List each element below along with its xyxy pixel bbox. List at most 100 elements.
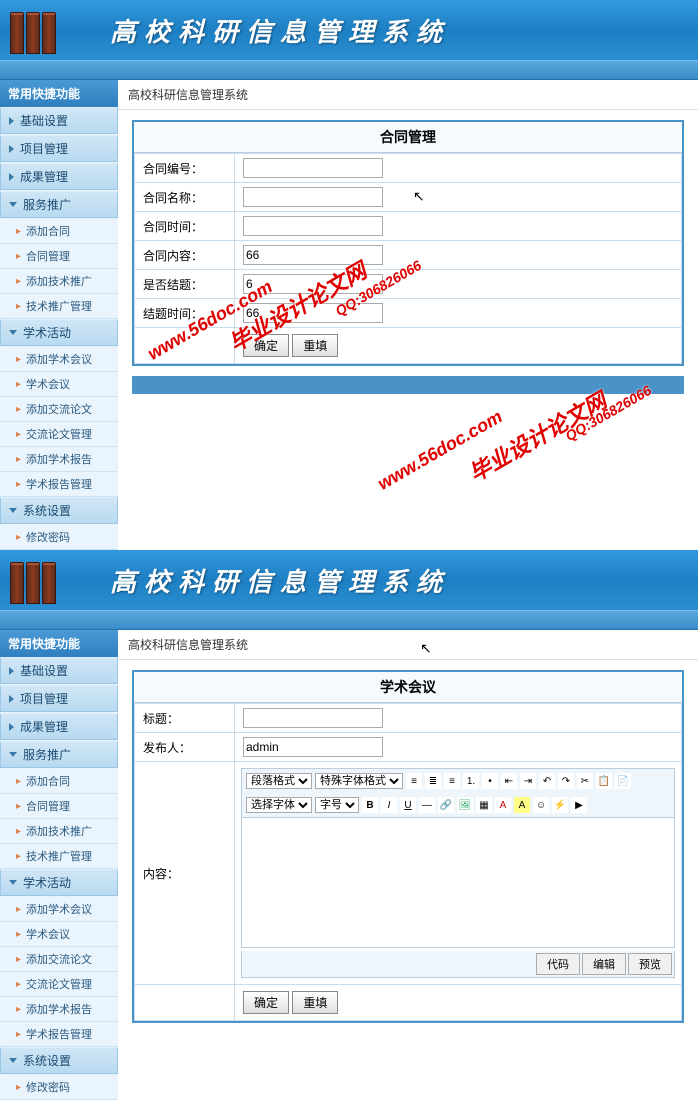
submit-button[interactable]: 确定 xyxy=(243,334,289,357)
header: 高校科研信息管理系统 xyxy=(0,550,698,610)
header-stripe xyxy=(0,610,698,630)
sidebar-item-add-paper[interactable]: ▸添加交流论文 xyxy=(0,397,118,422)
chevron-right-icon xyxy=(9,117,14,125)
paste-icon[interactable]: 📄 xyxy=(615,773,631,789)
input-contract-time[interactable] xyxy=(243,216,383,236)
align-center-icon[interactable]: ≣ xyxy=(425,773,441,789)
sidebar-item-add-tech[interactable]: ▸添加技术推广 xyxy=(0,269,118,294)
submit-button[interactable]: 确定 xyxy=(243,991,289,1014)
bullet-icon: ▸ xyxy=(16,801,21,812)
select-font[interactable]: 选择字体 xyxy=(246,797,312,813)
select-font-format[interactable]: 特殊字体格式 xyxy=(315,773,403,789)
sidebar-group-service[interactable]: 服务推广 xyxy=(0,191,118,218)
editor-toolbar: 段落格式 特殊字体格式 ≡ ≣ ≡ 1. • ⇤ ⇥ ↶ xyxy=(241,768,675,818)
input-finish-time[interactable] xyxy=(243,303,383,323)
align-right-icon[interactable]: ≡ xyxy=(444,773,460,789)
sidebar-group-academic[interactable]: 学术活动 xyxy=(0,869,118,896)
bullet-icon: ▸ xyxy=(16,929,21,940)
list-ul-icon[interactable]: • xyxy=(482,773,498,789)
italic-icon[interactable]: I xyxy=(381,797,397,813)
sidebar-item-report-mgmt[interactable]: ▸学术报告管理 xyxy=(0,472,118,497)
sidebar-group-academic[interactable]: 学术活动 xyxy=(0,319,118,346)
sidebar-item-meeting[interactable]: ▸学术会议 xyxy=(0,372,118,397)
chevron-down-icon xyxy=(9,752,17,757)
media-icon[interactable]: ▶ xyxy=(571,797,587,813)
sidebar: 常用快捷功能 基础设置 项目管理 成果管理 服务推广 ▸添加合同 ▸合同管理 ▸… xyxy=(0,630,118,1100)
chevron-right-icon xyxy=(9,145,14,153)
input-contract-content[interactable] xyxy=(243,245,383,265)
bullet-icon: ▸ xyxy=(16,354,21,365)
tab-code[interactable]: 代码 xyxy=(536,953,580,975)
sidebar-item-add-report[interactable]: ▸添加学术报告 xyxy=(0,447,118,472)
align-left-icon[interactable]: ≡ xyxy=(406,773,422,789)
sidebar-item-contract-mgmt[interactable]: ▸合同管理 xyxy=(0,244,118,269)
sidebar-item-add-meeting[interactable]: ▸添加学术会议 xyxy=(0,897,118,922)
bgcolor-icon[interactable]: A xyxy=(514,797,530,813)
sidebar-item-paper-mgmt[interactable]: ▸交流论文管理 xyxy=(0,422,118,447)
tab-edit[interactable]: 编辑 xyxy=(582,953,626,975)
sidebar-group-basic[interactable]: 基础设置 xyxy=(0,107,118,134)
sidebar-item-add-paper[interactable]: ▸添加交流论文 xyxy=(0,947,118,972)
sidebar-group-service[interactable]: 服务推广 xyxy=(0,741,118,768)
input-contract-name[interactable] xyxy=(243,187,383,207)
bullet-icon: ▸ xyxy=(16,826,21,837)
sidebar-item-add-contract[interactable]: ▸添加合同 xyxy=(0,219,118,244)
input-subject[interactable] xyxy=(243,708,383,728)
sidebar-group-result[interactable]: 成果管理 xyxy=(0,163,118,190)
flash-icon[interactable]: ⚡ xyxy=(552,797,568,813)
sidebar-item-add-contract[interactable]: ▸添加合同 xyxy=(0,769,118,794)
sidebar-item-report-mgmt[interactable]: ▸学术报告管理 xyxy=(0,1022,118,1047)
cut-icon[interactable]: ✂ xyxy=(577,773,593,789)
outdent-icon[interactable]: ⇤ xyxy=(501,773,517,789)
undo-icon[interactable]: ↶ xyxy=(539,773,555,789)
indent-icon[interactable]: ⇥ xyxy=(520,773,536,789)
sidebar-group-project[interactable]: 项目管理 xyxy=(0,135,118,162)
sidebar-item-meeting[interactable]: ▸学术会议 xyxy=(0,922,118,947)
sidebar-item-add-tech[interactable]: ▸添加技术推广 xyxy=(0,819,118,844)
sidebar-group-result[interactable]: 成果管理 xyxy=(0,713,118,740)
header: 高校科研信息管理系统 xyxy=(0,0,698,60)
list-ol-icon[interactable]: 1. xyxy=(463,773,479,789)
sidebar-item-paper-mgmt[interactable]: ▸交流论文管理 xyxy=(0,972,118,997)
sidebar-item-add-meeting[interactable]: ▸添加学术会议 xyxy=(0,347,118,372)
image-icon[interactable]: 🖼 xyxy=(457,797,473,813)
copy-icon[interactable]: 📋 xyxy=(596,773,612,789)
input-publisher[interactable] xyxy=(243,737,383,757)
bold-icon[interactable]: B xyxy=(362,797,378,813)
sidebar-group-basic[interactable]: 基础设置 xyxy=(0,657,118,684)
sidebar-group-system[interactable]: 系统设置 xyxy=(0,497,118,524)
sidebar-item-contract-mgmt[interactable]: ▸合同管理 xyxy=(0,794,118,819)
select-para-format[interactable]: 段落格式 xyxy=(246,773,312,789)
redo-icon[interactable]: ↷ xyxy=(558,773,574,789)
reset-button[interactable]: 重填 xyxy=(292,991,338,1014)
input-contract-no[interactable] xyxy=(243,158,383,178)
bullet-icon: ▸ xyxy=(16,404,21,415)
input-is-finished[interactable] xyxy=(243,274,383,294)
table-icon[interactable]: ▦ xyxy=(476,797,492,813)
sidebar-item-change-pwd[interactable]: ▸修改密码 xyxy=(0,525,118,550)
sidebar-item-change-pwd[interactable]: ▸修改密码 xyxy=(0,1075,118,1100)
sidebar-group-system[interactable]: 系统设置 xyxy=(0,1047,118,1074)
tab-preview[interactable]: 预览 xyxy=(628,953,672,975)
link-icon[interactable]: 🔗 xyxy=(438,797,454,813)
sidebar-group-project[interactable]: 项目管理 xyxy=(0,685,118,712)
label-is-finished: 是否结题： xyxy=(135,270,235,299)
chevron-right-icon xyxy=(9,723,14,731)
select-font-size[interactable]: 字号 xyxy=(315,797,359,813)
bullet-icon: ▸ xyxy=(16,776,21,787)
reset-button[interactable]: 重填 xyxy=(292,334,338,357)
chevron-down-icon xyxy=(9,880,17,885)
sidebar-item-add-report[interactable]: ▸添加学术报告 xyxy=(0,997,118,1022)
underline-icon[interactable]: U xyxy=(400,797,416,813)
sidebar-item-tech-mgmt[interactable]: ▸技术推广管理 xyxy=(0,294,118,319)
bullet-icon: ▸ xyxy=(16,301,21,312)
label-content: 内容： xyxy=(135,762,235,985)
hr-icon[interactable]: — xyxy=(419,797,435,813)
color-icon[interactable]: A xyxy=(495,797,511,813)
bullet-icon: ▸ xyxy=(16,251,21,262)
header-stripe xyxy=(0,60,698,80)
emoji-icon[interactable]: ☺ xyxy=(533,797,549,813)
bullet-icon: ▸ xyxy=(16,979,21,990)
editor-textarea[interactable] xyxy=(241,818,675,948)
sidebar-item-tech-mgmt[interactable]: ▸技术推广管理 xyxy=(0,844,118,869)
